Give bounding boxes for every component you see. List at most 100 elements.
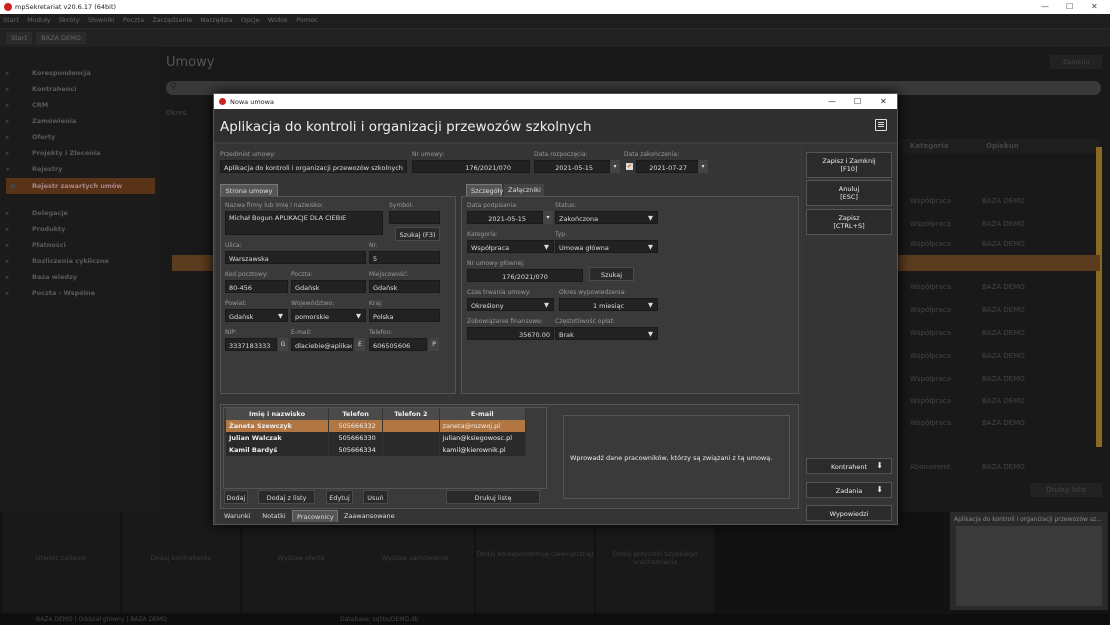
col-email[interactable]: E-mail — [439, 408, 527, 420]
menu-tools[interactable]: Narzędzia — [198, 14, 236, 26]
tab-notes[interactable]: Notatki — [258, 510, 290, 522]
phone-call-button[interactable]: P — [429, 338, 439, 351]
city-field[interactable]: Gdańsk — [369, 280, 440, 293]
col-phone2[interactable]: Telefon 2 — [382, 408, 440, 420]
sign-date-field[interactable]: 2021-05-15 — [467, 211, 543, 224]
end-date-dropdown-icon[interactable]: ▾ — [698, 160, 708, 173]
tab-conditions[interactable]: Warunki — [220, 510, 254, 522]
edit-note-icon[interactable] — [875, 119, 887, 131]
sidebar-item-projects[interactable]: ▸ Projekty i Zlecenia — [0, 145, 160, 161]
sidebar-item-shared-mail[interactable]: ▸ Poczta - Wspólne — [0, 285, 160, 301]
sign-date-dropdown-icon[interactable]: ▾ — [543, 211, 553, 224]
tile-create-task[interactable]: Utwórz zadanie — [2, 512, 120, 612]
tab-employees[interactable]: Pracownicy — [292, 510, 338, 522]
tab-advanced[interactable]: Zaawansowane — [340, 510, 395, 522]
sidebar-item-products[interactable]: ▸ Produkty — [0, 221, 160, 237]
menu-dictionaries[interactable]: Słowniki — [85, 14, 118, 26]
search-f3-button[interactable]: Szukaj (F3) — [395, 227, 440, 241]
email-send-button[interactable]: E — [355, 338, 365, 351]
preview-thumbnail[interactable]: Aplikacja do kontroli i organizacji prze… — [950, 512, 1108, 610]
minimize-icon[interactable]: — — [1041, 2, 1049, 11]
nip-gus-button[interactable]: G — [278, 338, 288, 351]
end-date-checkbox[interactable]: ✔ — [626, 163, 633, 170]
phone-field[interactable]: 606505606 — [369, 338, 427, 351]
sidebar-item-payments[interactable]: ▸ Płatności — [0, 237, 160, 253]
close-module-button[interactable]: Zamknij — [1050, 55, 1102, 69]
col-name[interactable]: Imię i nazwisko — [226, 408, 329, 420]
financial-field[interactable]: 35670.00 — [467, 327, 554, 340]
post-field[interactable]: Gdańsk — [291, 280, 366, 293]
main-contract-field[interactable]: 176/2021/070 — [467, 269, 583, 282]
cancel-button[interactable]: Anuluj [ESC] — [806, 180, 892, 206]
tile-add-contractor[interactable]: Dodaj kontrahenta — [122, 512, 240, 612]
tile-add-shortcuts[interactable]: Dodaj przyciski Szybkiego uruchamiania — [596, 512, 714, 612]
contractor-button[interactable]: Kontrahent ⬇ — [806, 458, 892, 474]
category-select[interactable]: Współpraca ▼ — [467, 240, 554, 253]
county-select[interactable]: Gdańsk ▼ — [225, 309, 288, 322]
sidebar-item-delegations[interactable]: ▸ Delegacje — [0, 205, 160, 221]
delete-employee-button[interactable]: Usuń — [363, 490, 388, 504]
dialog-maximize-icon[interactable]: ☐ — [854, 97, 861, 106]
notice-select[interactable]: 1 miesiąc ▼ — [559, 298, 658, 311]
maximize-icon[interactable]: ☐ — [1066, 2, 1073, 11]
sidebar-item-registers[interactable]: ▾ Rejestry — [0, 161, 160, 177]
col-phone[interactable]: Telefon — [328, 408, 384, 420]
start-date-dropdown-icon[interactable]: ▾ — [610, 160, 620, 173]
sidebar-item-crm[interactable]: ▸ CRM — [0, 97, 160, 113]
sidebar-item-offers[interactable]: ▸ Oferty — [0, 129, 160, 145]
scrollbar[interactable] — [1096, 147, 1102, 447]
menu-shortcuts[interactable]: Skróty — [56, 14, 83, 26]
menu-modules[interactable]: Moduły — [24, 14, 54, 26]
duration-select[interactable]: Określony ▼ — [467, 298, 554, 311]
email-field[interactable]: dlaciebie@aplikacj — [291, 338, 353, 351]
menu-view[interactable]: Widok — [265, 14, 291, 26]
table-row[interactable]: Julian Walczak 505666330 julian@ksiegowo… — [226, 432, 527, 444]
menu-options[interactable]: Opcje — [238, 14, 263, 26]
nr-field[interactable]: 5 — [369, 251, 440, 264]
start-date-field[interactable]: 2021-05-15 — [534, 160, 610, 173]
table-row[interactable]: Kamil Bardyś 505666334 kamil@kierownik.p… — [226, 444, 527, 456]
tile-issue-order[interactable]: Wystaw zamówienie — [356, 512, 474, 612]
number-field[interactable]: 176/2021/070 — [412, 160, 530, 173]
subject-field[interactable]: Aplikacja do kontroli i organizacji prze… — [220, 160, 407, 173]
type-select[interactable]: Umowa główna ▼ — [555, 240, 658, 253]
sidebar-item-knowledge[interactable]: ▸ Baza wiedzy — [0, 269, 160, 285]
tile-issue-offer[interactable]: Wystaw ofertę — [242, 512, 360, 612]
tile-add-correspondence[interactable]: Dodaj korespondencję (zewnętrzną) — [476, 512, 594, 612]
nip-field[interactable]: 3337183333 — [225, 338, 277, 351]
street-field[interactable]: Warszawska — [225, 251, 366, 264]
tab-contract-party[interactable]: Strona umowy — [220, 184, 278, 196]
print-employees-button[interactable]: Drukuj listę — [446, 490, 540, 504]
dialog-close-icon[interactable]: ✕ — [880, 97, 887, 106]
tasks-button[interactable]: Zadania ⬇ — [806, 482, 892, 498]
tab-attachments[interactable]: Załączniki — [504, 184, 544, 196]
sidebar-item-contractors[interactable]: ▸ Kontrahenci — [0, 81, 160, 97]
name-field[interactable]: Michał Bogun APLIKACJE DLA CIEBIE — [225, 211, 383, 235]
tab-start[interactable]: Start — [6, 32, 32, 44]
save-close-button[interactable]: Zapisz i Zamknij [F10] — [806, 152, 892, 178]
notices-button[interactable]: Wypowiedzi — [806, 505, 892, 521]
menu-management[interactable]: Zarządzanie — [149, 14, 195, 26]
print-list-button-bg[interactable]: Drukuj listę — [1030, 483, 1102, 497]
save-button[interactable]: Zapisz [CTRL+S] — [806, 209, 892, 235]
end-date-field[interactable]: 2021-07-27 — [636, 160, 698, 173]
country-field[interactable]: Polska — [369, 309, 440, 322]
close-icon[interactable]: ✕ — [1091, 2, 1098, 11]
edit-employee-button[interactable]: Edytuj — [326, 490, 353, 504]
add-from-list-button[interactable]: Dodaj z listy — [258, 490, 315, 504]
sidebar-item-orders[interactable]: ▸ Zamówienia — [0, 113, 160, 129]
search-main-button[interactable]: Szukaj — [589, 267, 634, 281]
add-employee-button[interactable]: Dodaj — [224, 490, 248, 504]
menu-start[interactable]: Start — [0, 14, 22, 26]
tab-details[interactable]: Szczegóły — [466, 184, 503, 196]
sidebar-item-contracts-register[interactable]: ● Rejestr zawartych umów — [6, 178, 155, 194]
tab-baza-demo[interactable]: BAZA DEMO — [36, 32, 86, 44]
frequency-select[interactable]: Brak ▼ — [555, 327, 658, 340]
voivodeship-select[interactable]: pomorskie ▼ — [291, 309, 366, 322]
dialog-minimize-icon[interactable]: — — [828, 97, 836, 106]
zip-field[interactable]: 80-456 — [225, 280, 288, 293]
table-row[interactable]: Żaneta Szewczyk 505666332 zaneta@rozwoj.… — [226, 420, 527, 432]
menu-mail[interactable]: Poczta — [120, 14, 147, 26]
symbol-field[interactable] — [389, 211, 440, 224]
sidebar-item-correspondence[interactable]: ▸ Korespondencja — [0, 65, 160, 81]
